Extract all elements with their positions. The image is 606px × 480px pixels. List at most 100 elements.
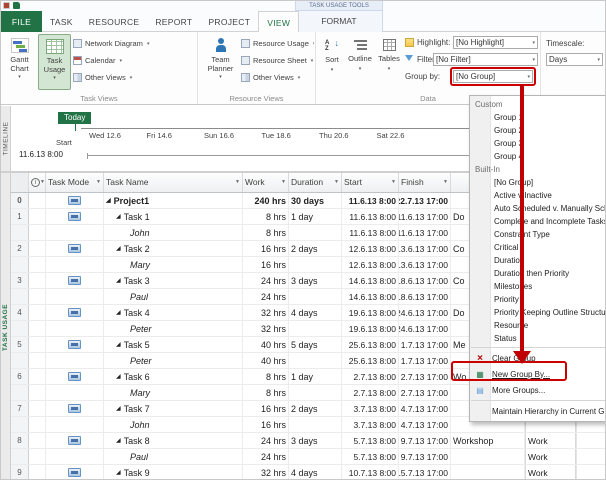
chevron-down-icon: ▾ [18, 73, 21, 82]
num-cell[interactable] [11, 289, 29, 304]
expand-triangle-icon[interactable]: ◢ [116, 373, 121, 380]
task-usage-strip-label: TASK USAGE [2, 303, 9, 350]
task-name-text: Mary [130, 388, 150, 398]
menu-item[interactable]: Auto Scheduled v. Manually Schedule [470, 202, 606, 215]
menu-item[interactable]: Active v Inactive [470, 189, 606, 202]
highlight-combobox[interactable]: [No Highlight] ▾ [453, 36, 538, 49]
expand-triangle-icon[interactable]: ◢ [116, 341, 121, 348]
expand-triangle-icon[interactable]: ◢ [116, 245, 121, 252]
outline-button[interactable]: Outline ▾ [346, 34, 374, 90]
menu-item[interactable]: Duration [470, 254, 606, 267]
expand-triangle-icon[interactable]: ◢ [106, 197, 111, 204]
tab-resource[interactable]: RESOURCE [81, 11, 148, 32]
work-cell: 16 hrs [243, 257, 289, 272]
num-cell[interactable] [11, 257, 29, 272]
num-cell[interactable]: 1 [11, 209, 29, 224]
other-views-icon [241, 73, 250, 82]
menu-item[interactable]: Status [470, 332, 606, 345]
num-cell[interactable]: 8 [11, 433, 29, 448]
num-cell[interactable]: 2 [11, 241, 29, 256]
tab-view[interactable]: VIEW [258, 11, 299, 33]
column-header-task-name[interactable]: Task Name▼ [104, 173, 243, 192]
menu-separator [471, 347, 605, 348]
menu-item[interactable]: Resource [470, 319, 606, 332]
work-cell: 40 hrs [243, 337, 289, 352]
expand-triangle-icon[interactable]: ◢ [116, 405, 121, 412]
column-header-task-mode[interactable]: Task Mode▼ [46, 173, 104, 192]
menu-item[interactable]: Duration then Priority [470, 267, 606, 280]
menu-item[interactable]: [No Group] [470, 176, 606, 189]
tab-project[interactable]: PROJECT [200, 11, 258, 32]
filter-combobox[interactable]: [No Filter] ▾ [433, 53, 538, 66]
expand-triangle-icon[interactable]: ◢ [116, 309, 121, 316]
select-all-corner[interactable] [11, 173, 29, 192]
expand-triangle-icon[interactable]: ◢ [116, 469, 121, 476]
tables-button[interactable]: Tables ▾ [375, 34, 403, 90]
table-row[interactable]: Paul24 hrs5.7.13 8:009.7.13 17:00Work [11, 449, 606, 465]
menu-item[interactable]: Group 2 [470, 124, 606, 137]
menu-item[interactable]: Critical [470, 241, 606, 254]
num-cell[interactable]: 3 [11, 273, 29, 288]
task-usage-button[interactable]: Task Usage ▾ [38, 34, 71, 90]
menu-item[interactable]: Group 1 [470, 111, 606, 124]
timescale-combobox[interactable]: Days ▾ [546, 53, 603, 66]
num-cell[interactable]: 7 [11, 401, 29, 416]
tab-file[interactable]: FILE [1, 11, 42, 32]
num-cell[interactable]: 5 [11, 337, 29, 352]
timeline-view-strip[interactable]: TIMELINE [1, 106, 11, 171]
menu-item[interactable]: Complete and Incomplete Tasks [470, 215, 606, 228]
dur-cell [289, 353, 342, 368]
calendar-icon [73, 56, 82, 65]
fin-cell: 2.7.13 17:00 [399, 385, 451, 400]
outline-icon [354, 39, 367, 51]
network-diagram-button[interactable]: Network Diagram ▾ [73, 36, 195, 51]
table-row[interactable]: 8◢Task 824 hrs3 days5.7.13 8:009.7.13 17… [11, 433, 606, 449]
sort-button[interactable]: AZ Sort ▾ [318, 34, 346, 90]
task-usage-view-strip[interactable]: TASK USAGE [1, 173, 11, 480]
info-cell [29, 433, 46, 448]
num-cell[interactable] [11, 321, 29, 336]
num-cell[interactable] [11, 417, 29, 432]
num-cell[interactable]: 0 [11, 193, 29, 208]
work-cell: 24 hrs [243, 449, 289, 464]
other-views-button[interactable]: Other Views ▾ [73, 70, 195, 85]
chevron-down-icon: ▾ [147, 41, 150, 47]
num-cell[interactable]: 4 [11, 305, 29, 320]
tab-report[interactable]: REPORT [147, 11, 200, 32]
resource-sheet-button[interactable]: Resource Sheet ▾ [241, 53, 314, 68]
menu-item[interactable]: Group 4 [470, 150, 606, 163]
column-header-duration[interactable]: Duration▼ [289, 173, 342, 192]
menu-item[interactable]: Constraint Type [470, 228, 606, 241]
fin-cell: 9.7.13 17:00 [399, 433, 451, 448]
other-views-resource-button[interactable]: Other Views ▾ [241, 70, 314, 85]
table-row[interactable]: 9◢Task 932 hrs4 days10.7.13 8:0015.7.13 … [11, 465, 606, 480]
column-header-finish[interactable]: Finish▼ [399, 173, 451, 192]
team-planner-button[interactable]: Team Planner ▾ [203, 34, 238, 90]
other-views-resource-label: Other Views [253, 73, 294, 82]
menu-command[interactable]: More Groups... [470, 382, 606, 398]
expand-triangle-icon[interactable]: ◢ [116, 437, 121, 444]
expand-triangle-icon[interactable]: ◢ [116, 213, 121, 220]
num-cell[interactable]: 9 [11, 465, 29, 480]
resource-usage-button[interactable]: Resource Usage ▾ [241, 36, 314, 51]
filter-arrow-icon: ▼ [96, 178, 101, 187]
num-cell[interactable]: 6 [11, 369, 29, 384]
column-header-start[interactable]: Start▼ [342, 173, 399, 192]
gantt-chart-button[interactable]: Gantt Chart ▾ [3, 34, 36, 90]
menu-item[interactable]: Priority Keeping Outline Structure [470, 306, 606, 319]
menu-item[interactable]: Milestones [470, 280, 606, 293]
column-header-info[interactable]: i▼ [29, 173, 46, 192]
num-cell[interactable] [11, 353, 29, 368]
menu-command[interactable]: Maintain Hierarchy in Current G [470, 403, 606, 419]
num-cell[interactable] [11, 225, 29, 240]
menu-item[interactable]: Group 3 [470, 137, 606, 150]
num-cell[interactable] [11, 449, 29, 464]
save-icon[interactable] [13, 2, 20, 9]
expand-triangle-icon[interactable]: ◢ [116, 277, 121, 284]
tab-task[interactable]: TASK [42, 11, 81, 32]
calendar-button[interactable]: Calendar ▾ [73, 53, 195, 68]
menu-item[interactable]: Priority [470, 293, 606, 306]
num-cell[interactable] [11, 385, 29, 400]
work-cell: 8 hrs [243, 209, 289, 224]
column-header-work[interactable]: Work▼ [243, 173, 289, 192]
